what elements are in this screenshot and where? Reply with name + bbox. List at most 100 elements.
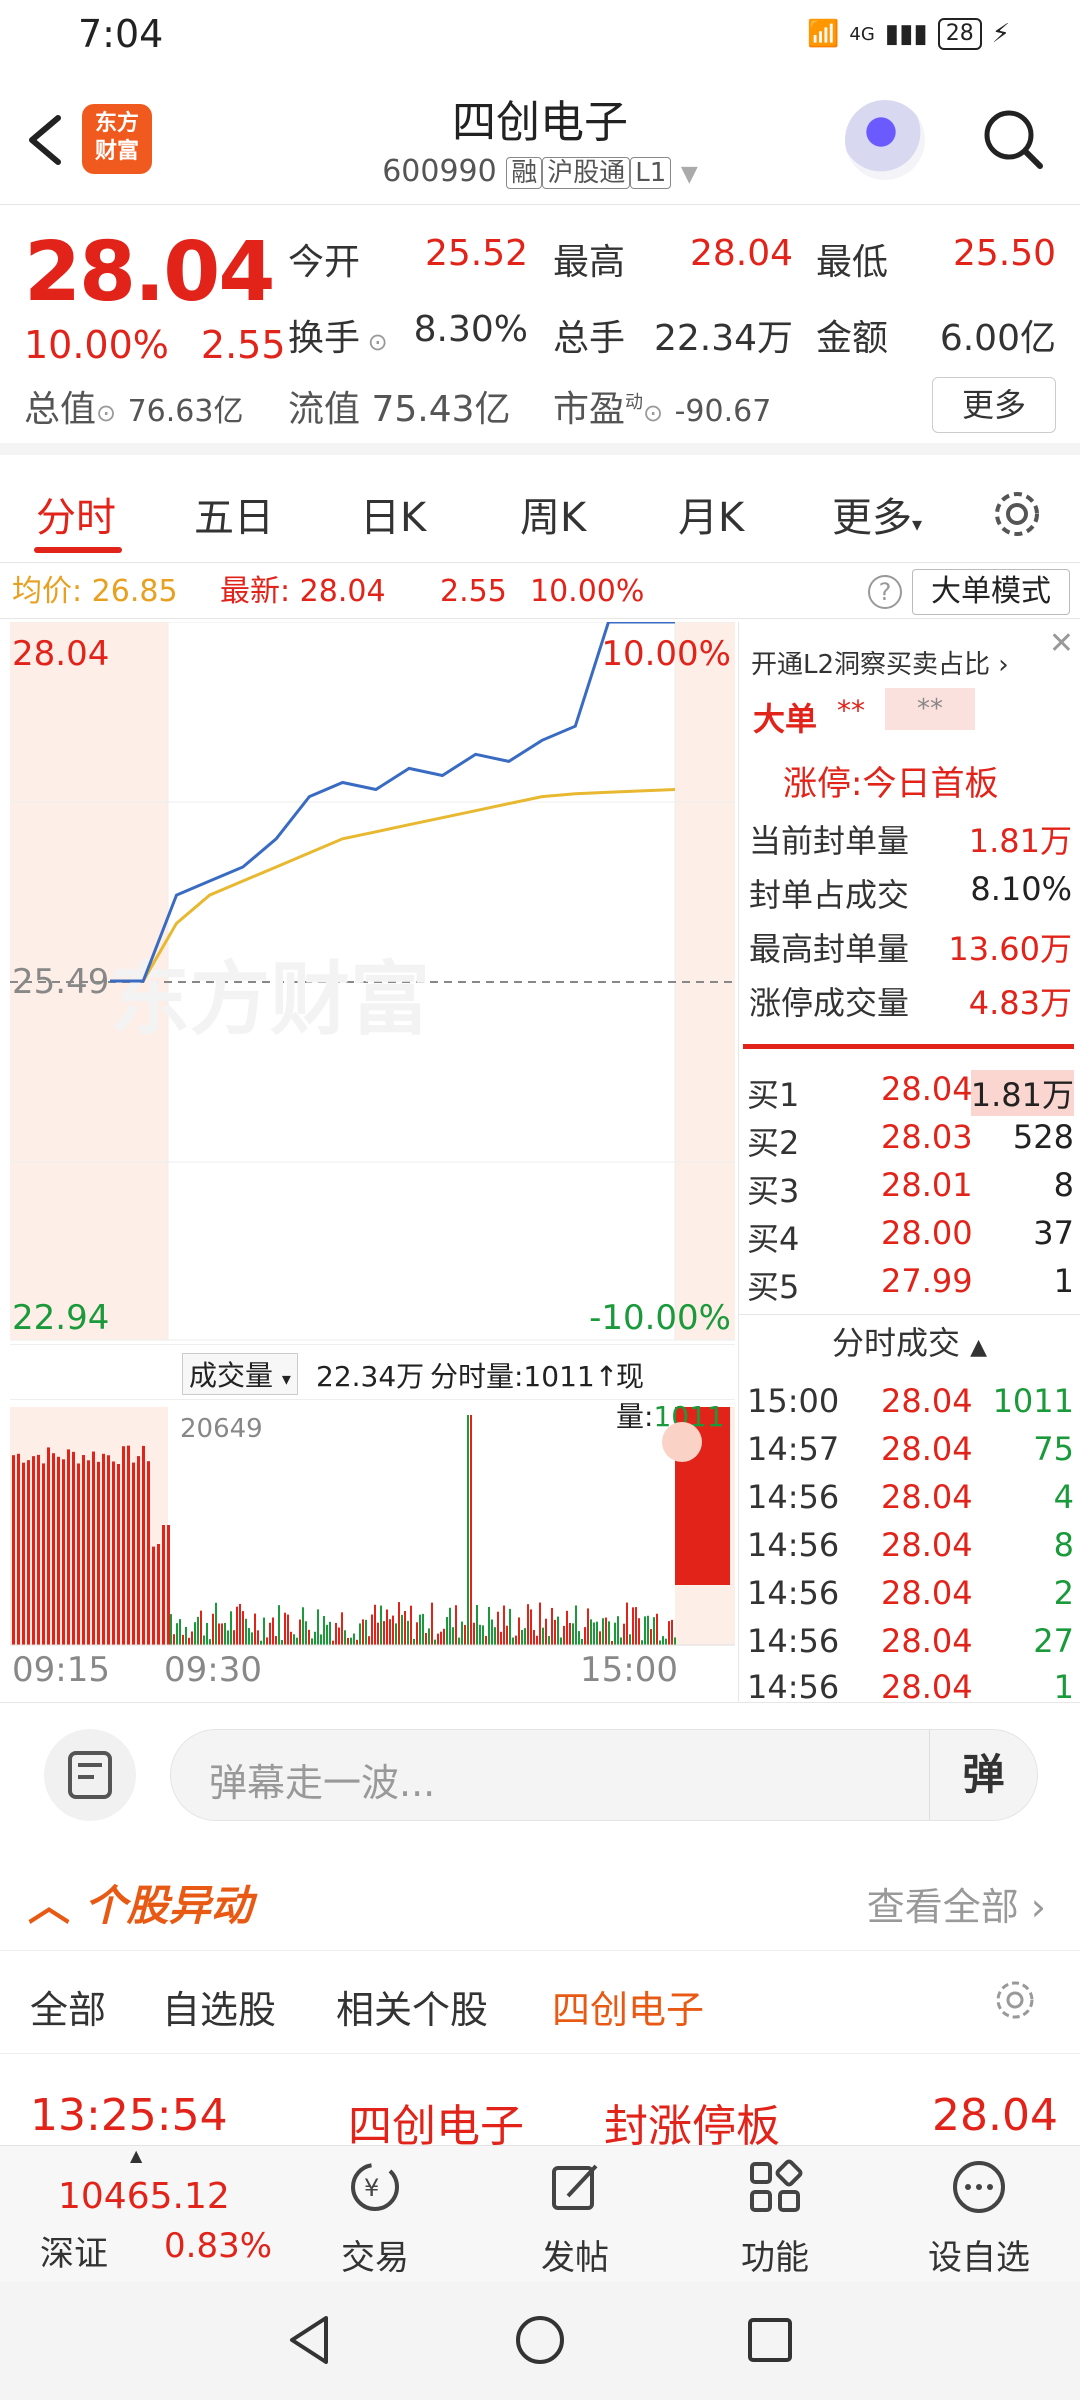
volume-bar	[67, 1449, 70, 1645]
movers-tab-related[interactable]: 相关个股	[336, 1979, 488, 2034]
home-circle-icon[interactable]	[512, 2312, 568, 2372]
volume-bar	[425, 1632, 427, 1645]
intraday-chart[interactable]: 东方财富 28.04 10.00% 25.49 22.94 -10.00% 成交…	[10, 620, 735, 1702]
volume-bar	[179, 1619, 181, 1645]
volume-type-select[interactable]: 成交量 ▾	[182, 1353, 298, 1395]
limit-row-value: 1.81万	[968, 822, 1072, 860]
trade-row: 14:56 28.04 2	[743, 1574, 1074, 1622]
tab-five-day[interactable]: 五日	[194, 485, 274, 543]
gear-icon[interactable]	[992, 1977, 1038, 2027]
volume-bar	[203, 1635, 205, 1645]
movers-tab-stock[interactable]: 四创电子	[552, 1979, 704, 2034]
more-button[interactable]: 更多	[932, 377, 1056, 433]
orderbook-row[interactable]: 买5 27.99 1	[743, 1262, 1074, 1308]
trades-title[interactable]: 分时成交 ▲	[739, 1314, 1080, 1370]
trade-time: 14:56	[747, 1574, 840, 1612]
volume-bar	[590, 1619, 592, 1645]
gear-icon[interactable]	[990, 487, 1044, 545]
tab-weekly-k[interactable]: 周K	[520, 485, 586, 543]
bottom-nav: ▲ 10465.12 深证 0.83% ¥ 交易 发帖 功能 设自选	[0, 2145, 1080, 2282]
search-icon[interactable]	[980, 106, 1046, 172]
danmu-input[interactable]: 弹幕走一波... 弹	[170, 1729, 1038, 1821]
movers-title[interactable]: ︿ 个股异动	[28, 1872, 253, 1933]
volume-bar	[512, 1637, 514, 1645]
movers-tab-all[interactable]: 全部	[30, 1979, 106, 2034]
info-icon[interactable]: ⊙	[360, 328, 388, 356]
volume-bar	[329, 1621, 331, 1645]
edit-icon	[546, 2158, 604, 2216]
volume-bar	[230, 1611, 232, 1645]
chevron-up-icon: ︿	[28, 1881, 71, 1930]
volume-bar	[356, 1639, 358, 1645]
tab-more[interactable]: 更多▾	[832, 485, 922, 543]
volume-bar	[380, 1605, 382, 1645]
trade-qty: 2	[1053, 1574, 1074, 1612]
trade-row: 14:56 28.04 8	[743, 1526, 1074, 1574]
signal-icon: ▮▮▮	[884, 19, 928, 49]
volume-bar	[650, 1629, 652, 1645]
volume-bar	[632, 1607, 634, 1645]
nav-trade[interactable]: ¥ 交易	[300, 2146, 450, 2283]
orderbook-row[interactable]: 买1 28.04 1.81万	[743, 1070, 1074, 1116]
volume-bar	[377, 1622, 379, 1645]
volume-bar	[299, 1619, 301, 1645]
l2-promo-link[interactable]: 开通L2洞察买卖占比 ›	[751, 644, 1009, 681]
volume-bar	[353, 1633, 355, 1645]
index-ticker[interactable]: ▲ 10465.12 深证 0.83%	[0, 2146, 300, 2283]
volume-bar	[284, 1612, 286, 1645]
recents-square-icon[interactable]	[742, 2312, 798, 2372]
price-bottom-label: 22.94	[12, 1298, 110, 1338]
volume-bar	[27, 1460, 30, 1645]
dropdown-caret-icon[interactable]: ▼	[681, 162, 698, 187]
volume-bar	[599, 1631, 601, 1645]
big-order-mode-button[interactable]: 大单模式	[912, 569, 1070, 615]
volume-bar	[440, 1631, 442, 1645]
intraday-info-line: 均价: 26.85 最新: 28.04 2.55 10.00% ? 大单模式	[0, 565, 1080, 619]
avg-label: 均价:	[12, 574, 83, 609]
tab-monthly-k[interactable]: 月K	[678, 485, 744, 543]
help-icon[interactable]: ?	[868, 575, 902, 609]
tab-intraday[interactable]: 分时	[36, 485, 116, 543]
nav-functions[interactable]: 功能	[700, 2146, 850, 2283]
volume-bar	[22, 1462, 25, 1645]
volume-type-label: 成交量	[189, 1359, 274, 1392]
latest-price: 最新: 28.04	[220, 565, 386, 619]
orderbook-row[interactable]: 买3 28.01 8	[743, 1166, 1074, 1212]
expand-icon[interactable]	[662, 1422, 702, 1462]
nav-add-watchlist[interactable]: 设自选	[904, 2146, 1054, 2283]
volume-bar	[617, 1616, 619, 1645]
movers-tab-watchlist[interactable]: 自选股	[162, 1979, 276, 2034]
danmu-placeholder: 弹幕走一波...	[209, 1761, 436, 1805]
orderbook-row[interactable]: 买2 28.03 528	[743, 1118, 1074, 1164]
orderbook-row[interactable]: 买4 28.00 37	[743, 1214, 1074, 1260]
volume-header: 成交量 ▾ 22.34万 分时量:1011↑ 现量:1011	[10, 1344, 735, 1433]
assistant-avatar[interactable]	[845, 100, 925, 180]
comment-settings-icon[interactable]	[44, 1729, 136, 1821]
volume-bar	[12, 1455, 15, 1645]
info-icon[interactable]: ⊙	[643, 399, 663, 427]
nav-trade-label: 交易	[341, 2238, 409, 2278]
info-icon[interactable]: ⊙	[96, 399, 116, 427]
volume-bar	[662, 1636, 664, 1645]
stock-header: 东方 财富 四创电子 600990 融沪股通 L1 ▼	[0, 70, 1080, 205]
trade-price: 28.04	[881, 1574, 973, 1612]
trade-time: 14:56	[747, 1668, 840, 1706]
danmu-toggle-button[interactable]: 弹	[929, 1730, 1037, 1820]
volume-bar	[641, 1640, 643, 1645]
volume-bar	[524, 1628, 526, 1645]
nav-post[interactable]: 发帖	[500, 2146, 650, 2283]
limit-row: 当前封单量 1.81万	[749, 816, 1072, 862]
volume-bar	[162, 1525, 165, 1645]
back-triangle-icon[interactable]	[282, 2312, 338, 2372]
volume-bar	[533, 1629, 535, 1645]
open-label: 今开	[288, 242, 361, 283]
tab-daily-k[interactable]: 日K	[360, 485, 426, 543]
volume-bar	[656, 1613, 658, 1645]
view-all-link[interactable]: 查看全部 ›	[867, 1876, 1046, 1931]
volume-bar	[449, 1607, 451, 1645]
turnover-value: 8.30%	[413, 309, 528, 350]
volume-bar	[554, 1619, 556, 1645]
latest-chg-amt: 2.55	[440, 574, 507, 609]
volume-bar	[506, 1625, 508, 1645]
close-icon[interactable]: ✕	[1049, 626, 1074, 661]
